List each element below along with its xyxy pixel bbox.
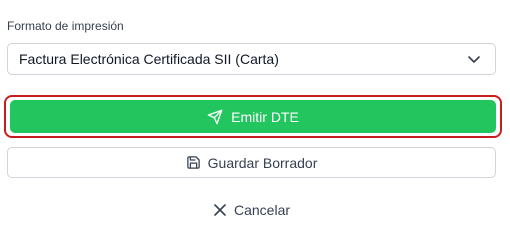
emit-dte-label: Emitir DTE	[231, 108, 299, 125]
print-format-label: Formato de impresión	[7, 19, 124, 33]
save-draft-label: Guardar Borrador	[207, 154, 318, 171]
chevron-down-icon	[467, 52, 481, 66]
cancel-label: Cancelar	[233, 201, 291, 218]
send-icon	[207, 109, 223, 125]
print-format-selected-value: Factura Electrónica Certificada SII (Car…	[19, 51, 279, 67]
emit-dte-button[interactable]: Emitir DTE	[10, 100, 496, 133]
close-icon	[213, 203, 227, 217]
dte-form-panel: Formato de impresión Factura Electrónica…	[0, 0, 510, 239]
save-draft-button[interactable]: Guardar Borrador	[7, 147, 496, 178]
print-format-select[interactable]: Factura Electrónica Certificada SII (Car…	[7, 43, 496, 75]
cancel-button[interactable]: Cancelar	[7, 194, 496, 225]
save-icon	[186, 155, 201, 170]
